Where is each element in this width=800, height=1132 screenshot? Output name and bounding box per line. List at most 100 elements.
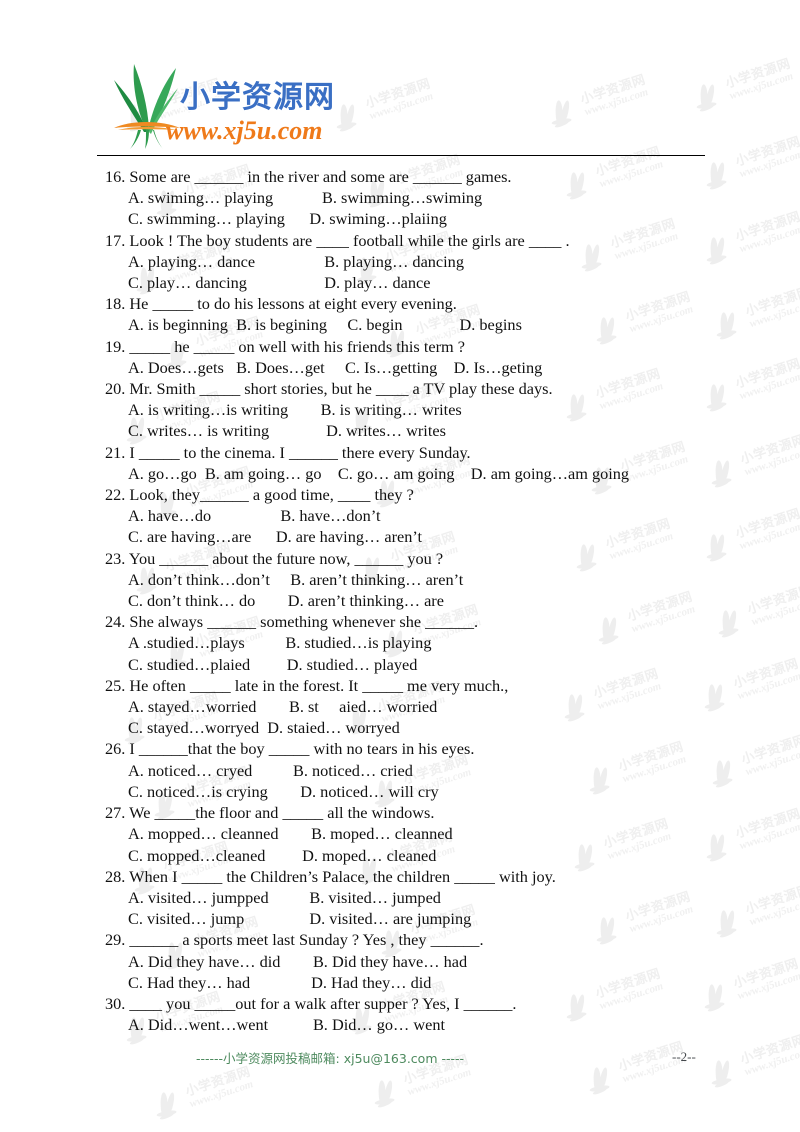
question-stem: 26. I ______that the boy _____ with no t… [105, 739, 475, 759]
question-stem: 30. ____ you _____out for a walk after s… [105, 993, 517, 1013]
watermark-text: 小学资源网 www.xj5u.com [731, 656, 800, 702]
question-option-line: C. play… dancing D. play… dance [128, 273, 431, 293]
watermark-text: 小学资源网 www.xj5u.com [731, 956, 800, 1002]
watermark-text-chinese: 小学资源网 [743, 882, 800, 918]
watermark-text-url: www.xj5u.com [743, 745, 800, 778]
question-item: 24. She always ______ something whenever… [97, 611, 737, 675]
question-option-line: C. don’t think… do D. aren’t thinking… a… [128, 591, 444, 611]
watermark-text: 小学资源网 www.xj5u.com [578, 72, 651, 118]
question-item: 21. I _____ to the cinema. I ______ ther… [97, 442, 737, 484]
question-option-line: A. swiming… playing B. swimming…swiming [128, 188, 483, 208]
question-item: 29. ______ a sports meet last Sunday ? Y… [97, 929, 737, 993]
watermark-text: 小学资源网 www.xj5u.com [733, 806, 800, 852]
watermark-text: 小学资源网 www.xj5u.com [733, 506, 800, 552]
watermark-text-chinese: 小学资源网 [733, 506, 800, 542]
question-option-line: C. mopped…cleaned D. moped… cleaned [128, 845, 437, 865]
question-item: 30. ____ you _____out for a walk after s… [97, 993, 737, 1035]
watermark-text-chinese: 小学资源网 [745, 582, 800, 618]
question-stem: 25. He often _____ late in the forest. I… [105, 675, 509, 695]
watermark-text-chinese: 小学资源网 [723, 56, 793, 92]
page-number: --2-- [672, 1049, 696, 1064]
question-item: 17. Look ! The boy students are ____ foo… [97, 230, 737, 294]
question-item: 26. I ______that the boy _____ with no t… [97, 738, 737, 802]
site-logo: 小学资源网 www.xj5u.com [108, 58, 408, 150]
watermark-text-url: www.xj5u.com [742, 445, 800, 478]
watermark-text-url: www.xj5u.com [737, 819, 800, 852]
question-option-line: C. are having…are D. are having… aren’t [128, 527, 423, 547]
watermark-text: 小学资源网 www.xj5u.com [745, 582, 800, 628]
page-footer: ------小学资源网投稿邮箱: xj5u@163.com ----- --2-… [0, 1048, 800, 1074]
question-option-line: A. Does…gets B. Does…get C. Is…getting D… [128, 357, 543, 377]
watermark-text: 小学资源网 www.xj5u.com [743, 882, 800, 928]
watermark-text-url: www.xj5u.com [737, 369, 800, 402]
watermark-text-chinese: 小学资源网 [733, 209, 800, 245]
watermark-text: 小学资源网 www.xj5u.com [738, 432, 800, 478]
watermark-text-url: www.xj5u.com [737, 519, 800, 552]
question-item: 27. We _____the floor and _____ all the … [97, 802, 737, 866]
watermark-mark: 小学资源网 www.xj5u.com [689, 56, 796, 113]
question-stem: 29. ______ a sports meet last Sunday ? Y… [105, 930, 484, 950]
watermark-text: 小学资源网 www.xj5u.com [733, 209, 800, 255]
question-option-line: C. studied…plaied D. studied… played [128, 654, 418, 674]
question-stem: 16. Some are ______ in the river and som… [105, 167, 512, 186]
question-option-line: A. go…go B. am going… go C. go… am going… [128, 463, 630, 483]
watermark-text-url: www.xj5u.com [749, 595, 800, 628]
question-option-line: C. writes… is writing D. writes… writes [128, 421, 446, 441]
question-option-line: C. Had they… had D. Had they… did [128, 972, 432, 992]
watermark-text-url: www.xj5u.com [735, 669, 800, 702]
watermark-text-chinese: 小学资源网 [743, 284, 800, 320]
question-option-line: C. visited… jump D. visited… are jumping [128, 909, 472, 929]
watermark-leaf-icon [544, 94, 584, 129]
question-option-line: A. Did…went…went B. Did… go… went [128, 1015, 446, 1035]
logo-text-chinese: 小学资源网 [180, 80, 335, 115]
watermark-text-chinese: 小学资源网 [738, 432, 800, 468]
watermark-text-chinese: 小学资源网 [733, 134, 800, 170]
question-stem: 27. We _____the floor and _____ all the … [105, 803, 435, 823]
question-item: 28. When I _____ the Children’s Palace, … [97, 866, 737, 930]
watermark-text-url: www.xj5u.com [727, 69, 795, 102]
question-option-line: A. playing… dance B. playing… dancing [128, 251, 464, 271]
question-item: 19. _____ he _____ on well with his frie… [97, 336, 737, 378]
question-option-line: A .studied…plays B. studied…is playing [128, 633, 432, 653]
watermark-text-chinese: 小学资源网 [733, 806, 800, 842]
question-stem: 18. He _____ to do his lessons at eight … [105, 294, 457, 314]
question-option-line: A. is writing…is writing B. is writing… … [128, 400, 462, 420]
question-stem: 21. I _____ to the cinema. I ______ ther… [105, 442, 471, 462]
watermark-leaf-icon [689, 78, 729, 113]
question-list: 16. Some are ______ in the river and som… [97, 166, 737, 1035]
question-option-line: A. stayed…worried B. st aied… worried [128, 697, 438, 717]
watermark-text-url: www.xj5u.com [747, 297, 800, 330]
watermark-text-chinese: 小学资源网 [731, 956, 800, 992]
question-item: 23. You ______ about the future now, ___… [97, 548, 737, 612]
question-option-line: A. don’t think…don’t B. aren’t thinking…… [128, 569, 464, 589]
question-stem: 22. Look, they______ a good time, ____ t… [105, 485, 414, 505]
question-option-line: A. Did they have… did B. Did they have… … [128, 951, 468, 971]
question-option-line: A. noticed… cryed B. noticed… cried [128, 760, 413, 780]
question-option-line: A. have…do B. have…don’t [128, 506, 381, 526]
question-stem: 24. She always ______ something whenever… [105, 612, 479, 632]
watermark-leaf-icon [149, 1086, 189, 1121]
question-stem: 23. You ______ about the future now, ___… [105, 548, 444, 568]
watermark-text-chinese: 小学资源网 [731, 656, 800, 692]
question-item: 20. Mr. Smith _____ short stories, but h… [97, 378, 737, 442]
logo-text-url: www.xj5u.com [166, 116, 323, 145]
watermark-text: 小学资源网 www.xj5u.com [723, 56, 796, 102]
question-item: 18. He _____ to do his lessons at eight … [97, 293, 737, 335]
question-option-line: A. visited… jumpped B. visited… jumped [128, 887, 441, 907]
watermark-text-url: www.xj5u.com [187, 1077, 255, 1110]
header-divider [97, 155, 705, 156]
watermark-text-chinese: 小学资源网 [578, 72, 648, 108]
watermark-text: 小学资源网 www.xj5u.com [740, 732, 800, 778]
watermark-text-url: www.xj5u.com [735, 969, 800, 1002]
watermark-text-url: www.xj5u.com [582, 85, 650, 118]
question-item: 22. Look, they______ a good time, ____ t… [97, 484, 737, 548]
watermark-leaf-icon [367, 1074, 407, 1109]
question-item: 16. Some are ______ in the river and som… [97, 166, 737, 230]
watermark-text-url: www.xj5u.com [737, 147, 800, 180]
question-stem: 20. Mr. Smith _____ short stories, but h… [105, 379, 553, 399]
question-option-line: C. swimming… playing D. swiming…plaiing [128, 209, 447, 229]
question-option-line: A. is beginning B. is begining C. begin … [128, 315, 522, 335]
question-option-line: C. noticed…is crying D. noticed… will cr… [128, 781, 439, 801]
question-stem: 28. When I _____ the Children’s Palace, … [105, 866, 556, 886]
question-stem: 17. Look ! The boy students are ____ foo… [105, 230, 570, 250]
